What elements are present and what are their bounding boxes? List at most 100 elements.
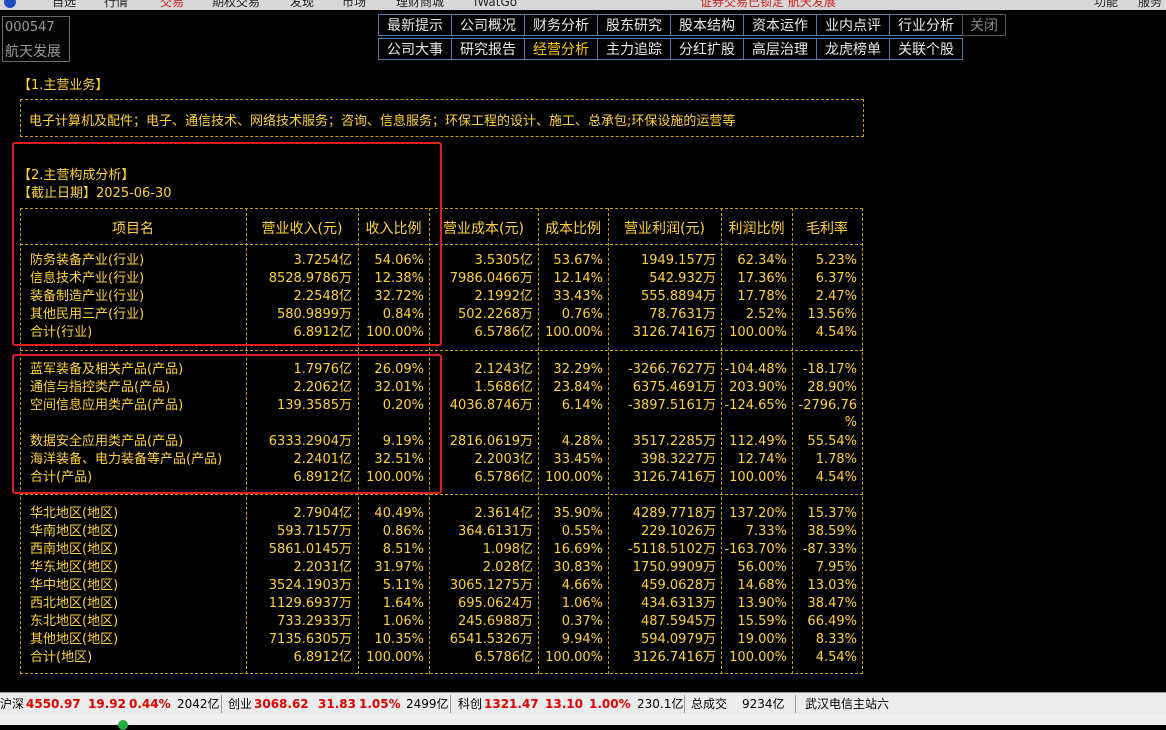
table-cell: 2816.0619万 <box>449 434 533 449</box>
menu-item-quotes[interactable]: 行情 <box>104 0 128 9</box>
table-cell: 203.90% <box>729 380 787 395</box>
server-name[interactable]: 武汉电信主站六 <box>805 696 889 712</box>
table-row[interactable]: 华东地区(地区) 2.2031亿 31.97% 2.028亿 30.83% 1750.99… <box>20 559 863 577</box>
table-cell: 5.11% <box>382 578 424 593</box>
highlight-box-product <box>12 354 442 494</box>
header-profit-ratio[interactable]: 利润比例 <box>721 218 792 238</box>
tab-company-events[interactable]: 公司大事 <box>378 38 452 60</box>
table-cell: 593.7157万 <box>276 524 352 539</box>
table-cell: 3126.7416万 <box>632 470 716 485</box>
table-cell: 6.5786亿 <box>474 650 534 665</box>
header-cost-ratio[interactable]: 成本比例 <box>538 218 608 238</box>
table-cell: 东北地区(地区) <box>30 614 119 629</box>
tab-research-reports[interactable]: 研究报告 <box>451 38 525 60</box>
tab-shareholder-research[interactable]: 股东研究 <box>597 14 671 36</box>
tab-industry-analysis[interactable]: 行业分析 <box>889 14 963 36</box>
table-row[interactable]: 东北地区(地区) 733.2933万 1.06% 245.6988万 0.37% 487.… <box>20 613 863 631</box>
table-cell: 364.6131万 <box>457 524 533 539</box>
tab-main-force-tracking[interactable]: 主力追踪 <box>597 38 671 60</box>
tab-capital-operation[interactable]: 资本运作 <box>743 14 817 36</box>
cy-amount: 2499亿 <box>406 697 449 711</box>
table-cell: 4036.8746万 <box>449 398 533 413</box>
menu-item-discover[interactable]: 发现 <box>290 0 314 9</box>
stock-code-box[interactable]: 000547 航天发展 <box>2 16 70 62</box>
table-cell: 6541.5326万 <box>449 632 533 647</box>
table-cell: 6.14% <box>561 398 603 413</box>
section1-title: 【1.主营业务】 <box>18 78 109 93</box>
table-cell: 2.028亿 <box>482 560 533 575</box>
menu-item-market[interactable]: 市场 <box>342 0 366 9</box>
header-cost[interactable]: 营业成本(元) <box>429 218 538 238</box>
main-business-box: 电子计算机及配件；电子、通信技术、网络技术服务；咨询、信息服务；环保工程的设计、… <box>20 99 864 137</box>
table-cell: 2.52% <box>745 307 787 322</box>
table-cell: 1129.6937万 <box>268 596 352 611</box>
stock-name: 航天发展 <box>5 44 61 60</box>
table-cell: 55.54% <box>807 434 857 449</box>
menu-item-trade[interactable]: 交易 <box>160 0 184 9</box>
tab-business-analysis[interactable]: 经营分析 <box>524 38 598 60</box>
tab-related-stocks[interactable]: 关联个股 <box>889 38 963 60</box>
table-cell: 555.8894万 <box>640 289 716 304</box>
tab-dividends[interactable]: 分红扩股 <box>670 38 744 60</box>
table-cell: -5118.5102万 <box>628 542 716 557</box>
table-cell: 7.95% <box>815 560 857 575</box>
tab-industry-review[interactable]: 业内点评 <box>816 14 890 36</box>
table-cell: 合计(地区) <box>30 650 93 665</box>
menu-item-service[interactable]: 服务 <box>1138 0 1162 9</box>
lock-notice: 证券交易已锁定 航天发展 <box>700 0 836 9</box>
table-row[interactable]: 华北地区(地区) 2.7904亿 40.49% 2.3614亿 35.90% 4289.7… <box>20 505 863 523</box>
tab-latest-tips[interactable]: 最新提示 <box>378 14 452 36</box>
table-cell: 3065.1275万 <box>449 578 533 593</box>
table-cell: 西南地区(地区) <box>30 542 119 557</box>
table-cell: 2.1992亿 <box>474 289 534 304</box>
menu-item-options[interactable]: 期权交易 <box>212 0 260 9</box>
table-row[interactable]: 合计(地区) 6.8912亿 100.00% 6.5786亿 100.00% 3126.7… <box>20 649 863 667</box>
table-row[interactable]: 华南地区(地区) 593.7157万 0.86% 364.6131万 0.55% 229.… <box>20 523 863 541</box>
table-cell: 100.00% <box>366 650 424 665</box>
table-cell: -87.33% <box>802 542 857 557</box>
table-cell: 32.29% <box>553 362 603 377</box>
table-cell: 229.1026万 <box>640 524 716 539</box>
tab-equity-structure[interactable]: 股本结构 <box>670 14 744 36</box>
table-cell: 6.8912亿 <box>293 650 353 665</box>
table-cell: 78.7631万 <box>649 307 716 322</box>
app-icon <box>118 720 128 730</box>
header-profit[interactable]: 营业利润(元) <box>608 218 721 238</box>
menu-item-mall[interactable]: 理财商城 <box>396 0 444 9</box>
table-cell: 53.67% <box>553 253 603 268</box>
table-cell: -124.65% <box>724 398 787 413</box>
table-cell: 594.0979万 <box>640 632 716 647</box>
table-cell: 13.56% <box>807 307 857 322</box>
sh-value: 4550.97 <box>26 697 81 711</box>
stock-code: 000547 <box>5 20 55 35</box>
table-cell: 40.49% <box>374 506 424 521</box>
tab-dragon-tiger-list[interactable]: 龙虎榜单 <box>816 38 890 60</box>
menu-item-iwatgo[interactable]: iWatGo <box>474 0 517 9</box>
tab-company-overview[interactable]: 公司概况 <box>451 14 525 36</box>
sh-change: 19.92 <box>88 697 126 711</box>
table-cell: 100.00% <box>729 470 787 485</box>
table-row[interactable]: 华中地区(地区) 3524.1903万 5.11% 3065.1275万 4.66% 45… <box>20 577 863 595</box>
table-row[interactable]: 其他地区(地区) 7135.6305万 10.35% 6541.5326万 9.94% 5… <box>20 631 863 649</box>
close-button[interactable]: 关闭 <box>962 14 1006 36</box>
kc-label: 科创 <box>458 697 483 711</box>
table-cell: 10.35% <box>374 632 424 647</box>
table-cell: 6.5786亿 <box>474 470 534 485</box>
header-gross-margin[interactable]: 毛利率 <box>792 218 862 238</box>
sh-label: 沪深 <box>0 697 25 711</box>
table-cell: 4.54% <box>815 470 857 485</box>
table-cell: 1.098亿 <box>482 542 533 557</box>
menu-item-function[interactable]: 功能 <box>1094 0 1118 9</box>
table-cell: -3266.7627万 <box>628 362 716 377</box>
table-cell: 100.00% <box>545 650 603 665</box>
table-cell: 4.28% <box>561 434 603 449</box>
tab-financial-analysis[interactable]: 财务分析 <box>524 14 598 36</box>
tab-governance[interactable]: 高层治理 <box>743 38 817 60</box>
menu-item-watchlist[interactable]: 自选 <box>52 0 76 9</box>
table-row[interactable]: 西北地区(地区) 1129.6937万 1.64% 695.0624万 1.06% 434… <box>20 595 863 613</box>
table-cell: 0.76% <box>561 307 603 322</box>
table-cell: -3897.5161万 <box>628 398 716 413</box>
table-cell: 15.37% <box>807 506 857 521</box>
table-row[interactable]: 西南地区(地区) 5861.0145万 8.51% 1.098亿 16.69% -5118… <box>20 541 863 559</box>
table-cell: 7.33% <box>745 524 787 539</box>
